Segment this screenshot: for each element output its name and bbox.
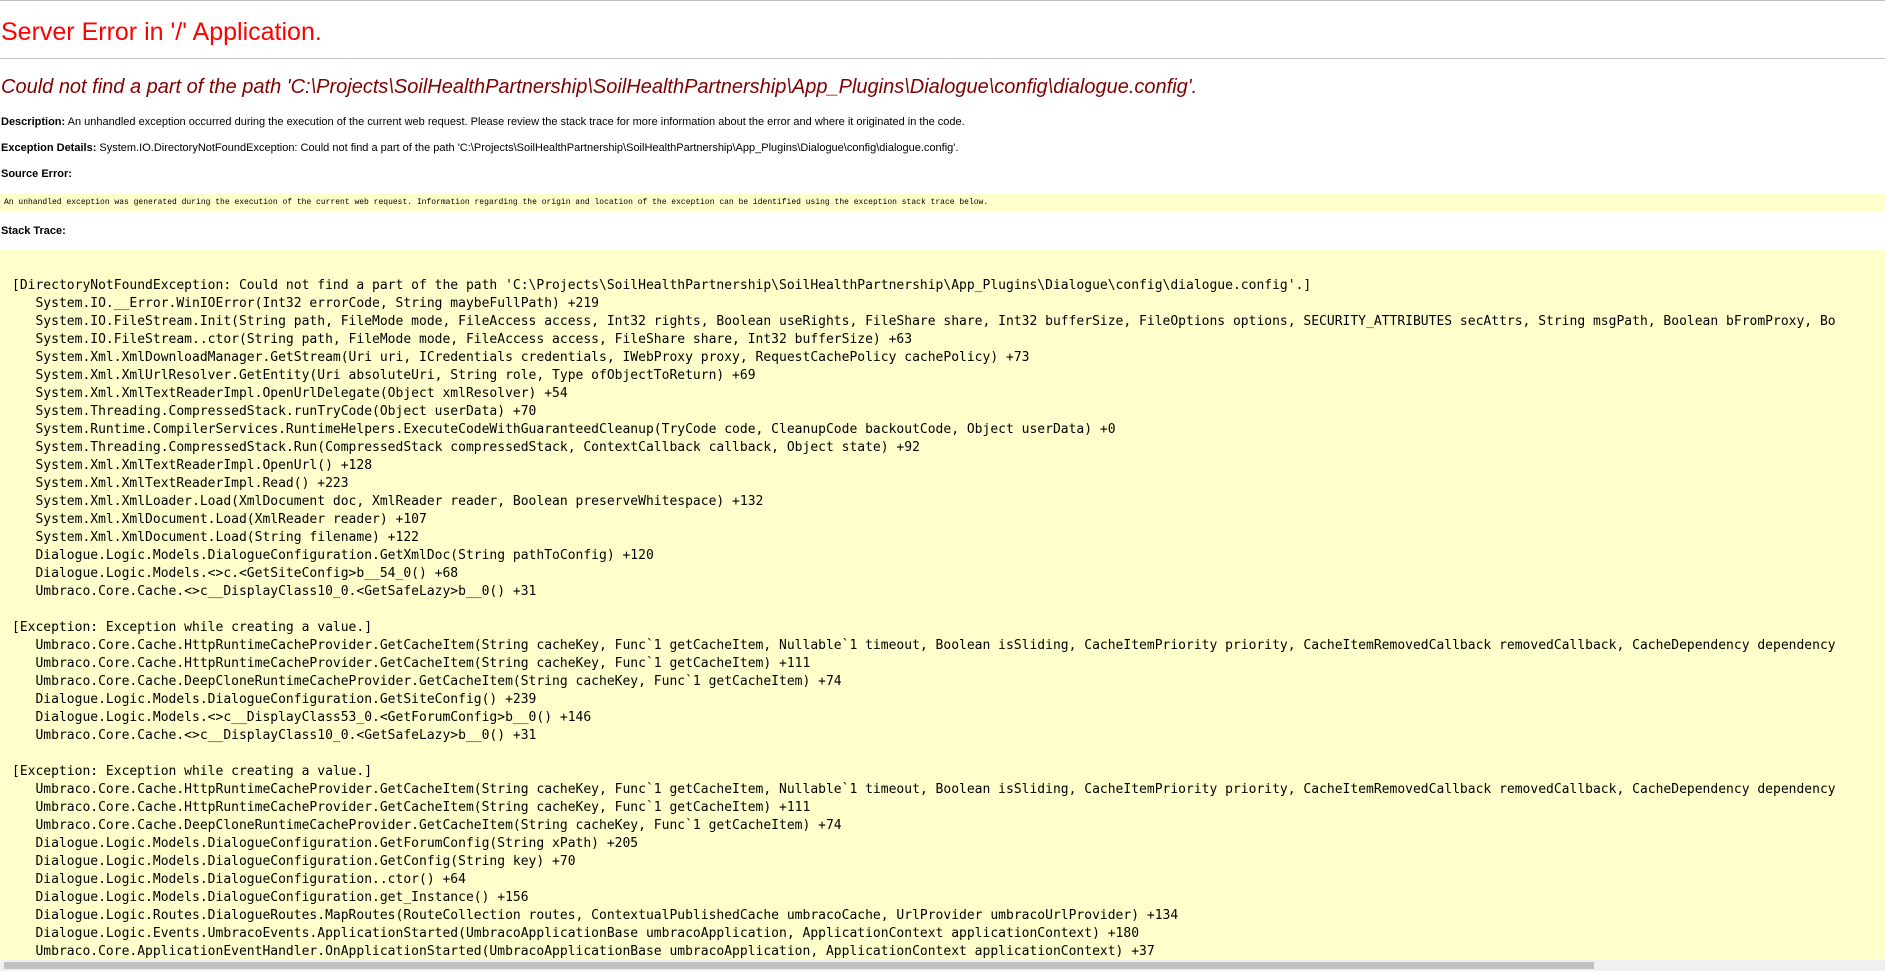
- scrollbar-thumb[interactable]: [4, 962, 1594, 969]
- stack-trace-line: Umbraco.Core.Cache.HttpRuntimeCacheProvi…: [12, 656, 811, 671]
- exception-details-label: Exception Details:: [1, 142, 97, 154]
- stack-trace-line: [DirectoryNotFoundException: Could not f…: [12, 278, 1312, 293]
- stack-trace-line: Umbraco.Core.Cache.HttpRuntimeCacheProvi…: [12, 800, 811, 815]
- stack-trace-line: System.Xml.XmlDownloadManager.GetStream(…: [12, 350, 1030, 365]
- exception-details-line: Exception Details: System.IO.DirectoryNo…: [1, 142, 958, 154]
- description-line: Description: An unhandled exception occu…: [1, 116, 965, 128]
- exception-details-text: System.IO.DirectoryNotFoundException: Co…: [96, 142, 959, 154]
- page-title: Server Error in '/' Application.: [1, 18, 322, 46]
- top-divider: [0, 0, 1885, 1]
- source-error-box: An unhandled exception was generated dur…: [0, 194, 1885, 211]
- stack-trace-line: Umbraco.Core.Cache.DeepCloneRuntimeCache…: [12, 674, 842, 689]
- stack-trace-line: Dialogue.Logic.Routes.DialogueRoutes.Map…: [12, 908, 1179, 923]
- stack-trace-line: System.Threading.CompressedStack.runTryC…: [12, 404, 537, 419]
- stack-trace-line: System.Xml.XmlTextReaderImpl.OpenUrlDele…: [12, 386, 568, 401]
- stack-trace-line: Umbraco.Core.Cache.<>c__DisplayClass10_0…: [12, 728, 537, 743]
- error-page: Server Error in '/' Application. Could n…: [0, 0, 1885, 971]
- stack-trace-box[interactable]: [DirectoryNotFoundException: Could not f…: [0, 250, 1885, 971]
- stack-trace-line: Umbraco.Core.ApplicationEventHandler.OnA…: [12, 944, 1155, 959]
- stack-trace-line: System.Xml.XmlDocument.Load(XmlReader re…: [12, 512, 427, 527]
- stack-trace-line: Dialogue.Logic.Models.<>c.<GetSiteConfig…: [12, 566, 459, 581]
- horizontal-scrollbar[interactable]: [0, 960, 1885, 971]
- source-error-heading: Source Error:: [1, 168, 72, 180]
- stack-trace-line: System.Xml.XmlDocument.Load(String filen…: [12, 530, 419, 545]
- stack-trace-line: Dialogue.Logic.Models.DialogueConfigurat…: [12, 692, 537, 707]
- stack-trace-line: [Exception: Exception while creating a v…: [12, 764, 373, 779]
- stack-trace-line: Umbraco.Core.Cache.<>c__DisplayClass10_0…: [12, 584, 537, 599]
- stack-trace-line: System.IO.__Error.WinIOError(Int32 error…: [12, 296, 599, 311]
- source-error-text: An unhandled exception was generated dur…: [4, 198, 989, 207]
- stack-trace-line: System.Xml.XmlLoader.Load(XmlDocument do…: [12, 494, 764, 509]
- error-message-heading: Could not find a part of the path 'C:\Pr…: [1, 76, 1198, 98]
- stack-trace-line: Dialogue.Logic.Models.DialogueConfigurat…: [12, 836, 639, 851]
- description-text: An unhandled exception occurred during t…: [65, 116, 965, 128]
- stack-trace-line: System.IO.FileStream..ctor(String path, …: [12, 332, 913, 347]
- stack-trace-line: Dialogue.Logic.Events.UmbracoEvents.Appl…: [12, 926, 1140, 941]
- stack-trace-line: System.Xml.XmlUrlResolver.GetEntity(Uri …: [12, 368, 756, 383]
- stack-trace-line: Umbraco.Core.Cache.DeepCloneRuntimeCache…: [12, 818, 842, 833]
- stack-trace-line: System.Xml.XmlTextReaderImpl.Read() +223: [12, 476, 349, 491]
- description-label: Description:: [1, 116, 66, 128]
- stack-trace-line: Dialogue.Logic.Models.<>c__DisplayClass5…: [12, 710, 592, 725]
- stack-trace-line: Dialogue.Logic.Models.DialogueConfigurat…: [12, 890, 529, 905]
- stack-trace-line: Umbraco.Core.Cache.HttpRuntimeCacheProvi…: [12, 638, 1836, 653]
- stack-trace-heading: Stack Trace:: [1, 225, 66, 237]
- stack-trace-line: [Exception: Exception while creating a v…: [12, 620, 373, 635]
- stack-trace-line: [12, 601, 1836, 619]
- stack-trace-line: System.IO.FileStream.Init(String path, F…: [12, 314, 1836, 329]
- stack-trace-line: Dialogue.Logic.Models.DialogueConfigurat…: [12, 854, 576, 869]
- stack-trace-line: Dialogue.Logic.Models.DialogueConfigurat…: [12, 548, 654, 563]
- stack-trace-line: [12, 745, 1836, 763]
- stack-trace-text: [DirectoryNotFoundException: Could not f…: [12, 277, 1836, 961]
- stack-trace-line: System.Runtime.CompilerServices.RuntimeH…: [12, 422, 1116, 437]
- title-divider: [0, 58, 1885, 59]
- stack-trace-line: System.Xml.XmlTextReaderImpl.OpenUrl() +…: [12, 458, 373, 473]
- stack-trace-line: System.Threading.CompressedStack.Run(Com…: [12, 440, 920, 455]
- stack-trace-line: Umbraco.Core.Cache.HttpRuntimeCacheProvi…: [12, 782, 1836, 797]
- stack-trace-line: Dialogue.Logic.Models.DialogueConfigurat…: [12, 872, 466, 887]
